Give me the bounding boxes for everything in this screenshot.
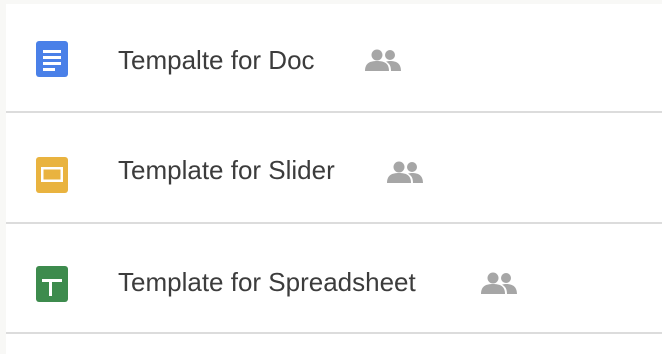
people-icon <box>364 49 402 71</box>
sheets-icon <box>36 266 68 302</box>
docs-icon <box>36 41 68 77</box>
file-name[interactable]: Tempalte for Doc <box>118 45 315 75</box>
file-list: Tempalte for Doc Template for Slider Tem… <box>6 4 662 354</box>
people-icon <box>386 161 424 183</box>
file-row-sheets[interactable]: Template for Spreadsheet <box>6 224 662 332</box>
file-row-doc[interactable]: Tempalte for Doc <box>6 4 662 112</box>
people-icon <box>480 272 518 294</box>
divider <box>6 332 662 334</box>
file-name[interactable]: Template for Slider <box>118 155 335 185</box>
slides-icon <box>36 157 68 193</box>
file-row-slides[interactable]: Template for Slider <box>6 113 662 221</box>
file-name[interactable]: Template for Spreadsheet <box>118 267 416 297</box>
